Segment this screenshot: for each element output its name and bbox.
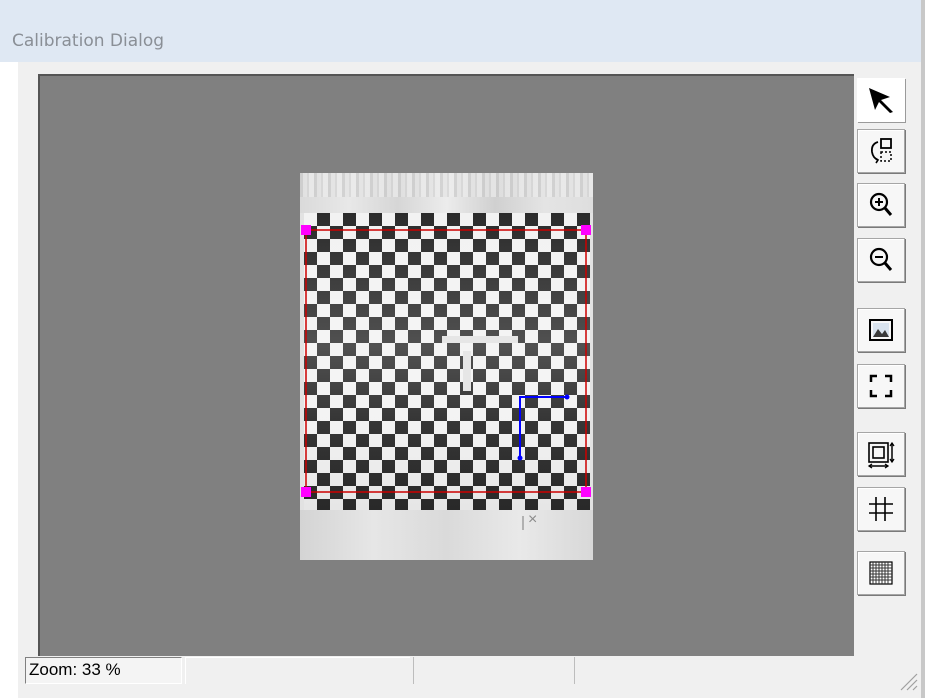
roi-resize-icon <box>867 441 895 469</box>
arrow-cursor-icon <box>869 88 893 113</box>
roi-handle-top-left[interactable] <box>301 225 311 235</box>
status-pane-1 <box>185 657 410 684</box>
roi-size-button[interactable] <box>857 432 905 476</box>
show-image-button[interactable] <box>857 308 905 352</box>
grid-icon <box>869 497 893 521</box>
zoom-out-icon <box>869 247 893 271</box>
zoom-status: Zoom: 33 % <box>25 657 182 684</box>
zoom-in-button[interactable] <box>857 183 905 227</box>
zoom-out-button[interactable] <box>857 238 905 282</box>
image-icon <box>869 319 893 341</box>
fit-to-window-button[interactable] <box>857 364 905 408</box>
zoom-in-icon <box>869 192 893 216</box>
coordinate-axis[interactable] <box>517 394 570 461</box>
roi-handle-bottom-right[interactable] <box>581 487 591 497</box>
roi-rectangle[interactable] <box>305 229 587 493</box>
status-pane-2 <box>413 657 414 684</box>
grid-button[interactable] <box>857 487 905 531</box>
select-tool-button[interactable] <box>857 78 905 122</box>
resize-grip-icon[interactable] <box>897 670 919 692</box>
status-pane-3 <box>574 657 575 684</box>
dense-grid-icon <box>869 561 893 585</box>
roi-handle-bottom-left[interactable] <box>301 487 311 497</box>
rotate-frame-icon <box>870 138 892 164</box>
rotate-view-button[interactable] <box>857 129 905 173</box>
dense-grid-button[interactable] <box>857 551 905 595</box>
fit-corners-icon <box>869 374 893 398</box>
calibration-dialog: Calibration Dialog × Zoom: 33 % <box>0 0 925 698</box>
roi-handle-top-right[interactable] <box>581 225 591 235</box>
calibration-overlay <box>301 225 591 530</box>
